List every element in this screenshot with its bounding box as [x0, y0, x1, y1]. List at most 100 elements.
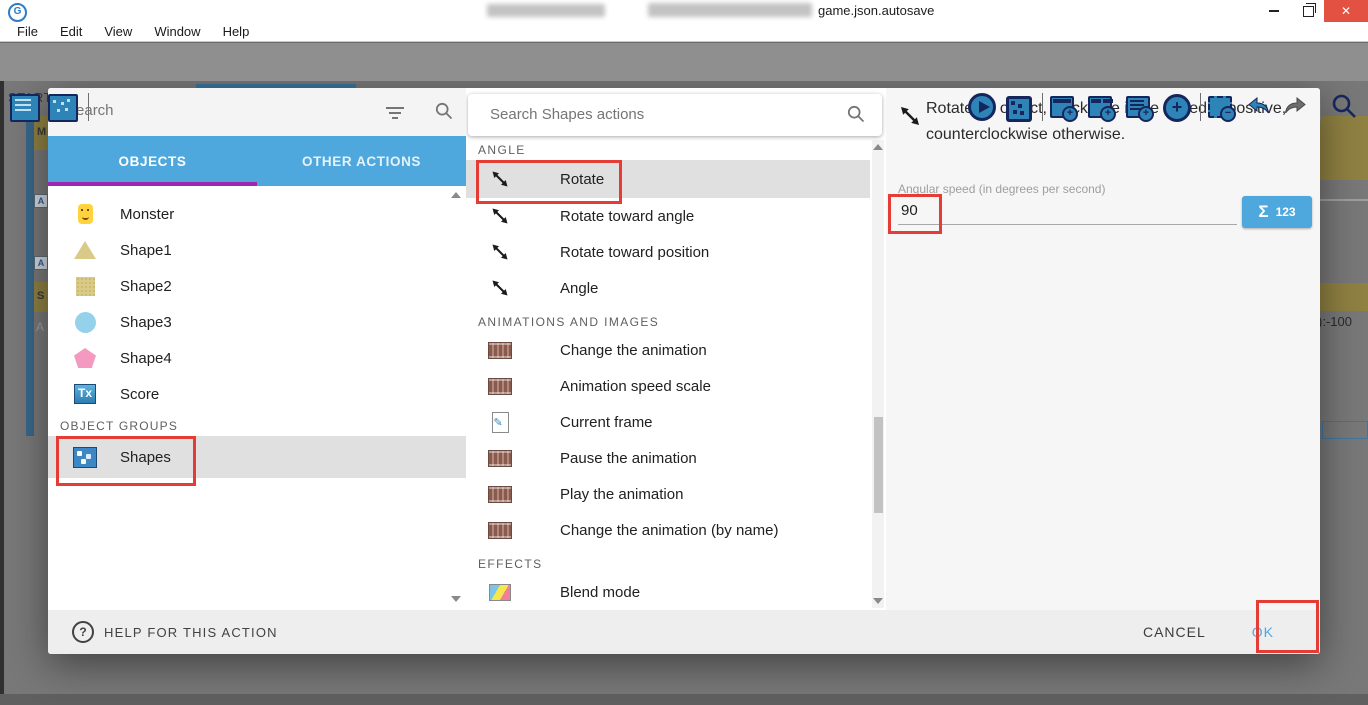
object-label: Score — [120, 385, 160, 403]
action-row-current-frame[interactable]: Current frame — [466, 404, 870, 440]
minimize-button[interactable] — [1258, 0, 1290, 22]
restore-button[interactable] — [1292, 0, 1324, 22]
add-event-button[interactable]: + — [1050, 96, 1078, 122]
angular-speed-field[interactable] — [898, 196, 1237, 225]
objects-list: Monster Shape1 Shape2 Shape3 Shape4 Score OBJ… — [48, 186, 466, 610]
film-icon — [488, 341, 512, 359]
object-row-shape2[interactable]: Shape2 — [48, 268, 466, 304]
plus-icon: + — [1062, 106, 1078, 122]
background-letter: S — [37, 290, 45, 302]
object-row-monster[interactable]: Monster — [48, 196, 466, 232]
scrollbar-track[interactable] — [872, 140, 884, 608]
debug-button[interactable] — [1006, 96, 1032, 122]
scrollbar-thumb[interactable] — [874, 417, 883, 513]
search-icon[interactable] — [846, 104, 866, 129]
object-row-shape3[interactable]: Shape3 — [48, 304, 466, 340]
background-action-badge: A — [34, 194, 48, 208]
action-row-change-the-animation-by-name[interactable]: Change the animation (by name) — [466, 512, 870, 548]
object-search-bar — [48, 88, 466, 136]
add-other-event-button[interactable]: + — [1163, 94, 1191, 122]
background-field-outline — [1322, 421, 1368, 439]
action-label: Animation speed scale — [560, 377, 711, 395]
action-search-input[interactable] — [488, 105, 832, 124]
action-row-angle[interactable]: Angle — [466, 270, 870, 306]
monster-icon — [77, 204, 93, 224]
close-button[interactable]: ✕ — [1324, 0, 1368, 22]
add-comment-button[interactable]: + — [1126, 96, 1154, 122]
background-window-edge — [0, 80, 4, 705]
action-row-blend-mode[interactable]: Blend mode — [466, 574, 870, 610]
action-label: Rotate toward angle — [560, 207, 695, 225]
screen: { "window": { "title": "game.json.autosa… — [0, 0, 1368, 705]
pentagon-icon — [74, 348, 96, 368]
redacted-title-segment — [648, 3, 812, 17]
search-icon[interactable] — [434, 101, 454, 126]
object-label: Shape3 — [120, 313, 172, 331]
pentagon-icon — [70, 348, 100, 368]
action-row-play-the-animation[interactable]: Play the animation — [466, 476, 870, 512]
scroll-up-arrow[interactable] — [451, 192, 461, 198]
scene-editor-icon[interactable] — [48, 94, 78, 122]
frame-icon — [488, 411, 512, 433]
menu-window[interactable]: Window — [143, 24, 211, 39]
group-row-shapes[interactable]: Shapes — [48, 436, 466, 478]
filter-icon[interactable] — [386, 107, 404, 119]
menu-view[interactable]: View — [93, 24, 143, 39]
scroll-up-arrow[interactable] — [873, 144, 883, 150]
expression-editor-button[interactable]: Σ 123 — [1242, 196, 1312, 228]
action-row-rotate-toward-angle[interactable]: Rotate toward angle — [466, 198, 870, 234]
object-row-shape1[interactable]: Shape1 — [48, 232, 466, 268]
toolbar-separator — [88, 93, 89, 121]
tab-objects[interactable]: OBJECTS — [48, 136, 257, 186]
background-letter: A — [37, 258, 45, 268]
action-row-change-the-animation[interactable]: Change the animation — [466, 332, 870, 368]
film-icon — [488, 521, 512, 539]
expression-button-label: 123 — [1275, 205, 1296, 219]
action-row-animation-speed-scale[interactable]: Animation speed scale — [466, 368, 870, 404]
film-icon — [488, 377, 512, 395]
menu-file[interactable]: File — [6, 24, 49, 39]
menu-bar: File Edit View Window Help — [0, 22, 1368, 42]
help-button[interactable]: HELP FOR THIS ACTION — [104, 625, 278, 640]
title-bar: G game.json.autosave ✕ — [0, 0, 1368, 22]
object-search-input[interactable] — [64, 101, 368, 120]
delete-event-button[interactable]: − — [1208, 96, 1236, 122]
film-icon — [488, 521, 512, 539]
undo-icon — [1248, 96, 1269, 114]
add-subevent-button[interactable]: + — [1088, 96, 1116, 122]
action-label: Pause the animation — [560, 449, 697, 467]
undo-button[interactable] — [1246, 94, 1272, 118]
film-icon — [488, 449, 512, 467]
scroll-down-arrow[interactable] — [451, 596, 461, 602]
play-button[interactable] — [968, 93, 996, 121]
toolbar-separator — [1320, 93, 1321, 121]
menu-help[interactable]: Help — [212, 24, 261, 39]
background-event-header-right — [1320, 283, 1368, 311]
object-row-score[interactable]: Score — [48, 376, 466, 412]
text-object-icon — [70, 384, 100, 404]
project-manager-icon[interactable] — [10, 94, 40, 122]
action-row-pause-the-animation[interactable]: Pause the animation — [466, 440, 870, 476]
film-icon — [488, 449, 512, 467]
cancel-button[interactable]: CANCEL — [1143, 624, 1206, 640]
toolbar: + + + + − — [0, 42, 1368, 122]
action-row-rotate[interactable]: Rotate — [466, 160, 870, 198]
tab-other-actions[interactable]: OTHER ACTIONS — [257, 136, 466, 186]
ok-button[interactable]: OK — [1252, 624, 1274, 640]
actions-list: ANGLE Rotate Rotate toward angle Rotate tow… — [466, 140, 870, 610]
scroll-down-arrow[interactable] — [873, 598, 883, 604]
object-label: Shape4 — [120, 349, 172, 367]
film-icon — [488, 485, 512, 503]
action-row-rotate-toward-position[interactable]: Rotate toward position — [466, 234, 870, 270]
action-label: Change the animation (by name) — [560, 521, 779, 539]
rotate-icon — [898, 104, 922, 128]
toolbar-separator — [1200, 93, 1201, 121]
redacted-title-segment — [487, 4, 605, 17]
object-groups-header: OBJECT GROUPS — [60, 419, 179, 433]
object-row-shape4[interactable]: Shape4 — [48, 340, 466, 376]
search-events-button[interactable] — [1330, 92, 1356, 118]
redo-button[interactable] — [1282, 94, 1308, 118]
menu-edit[interactable]: Edit — [49, 24, 93, 39]
sigma-icon: Σ — [1258, 202, 1269, 221]
frame-icon — [491, 411, 509, 433]
